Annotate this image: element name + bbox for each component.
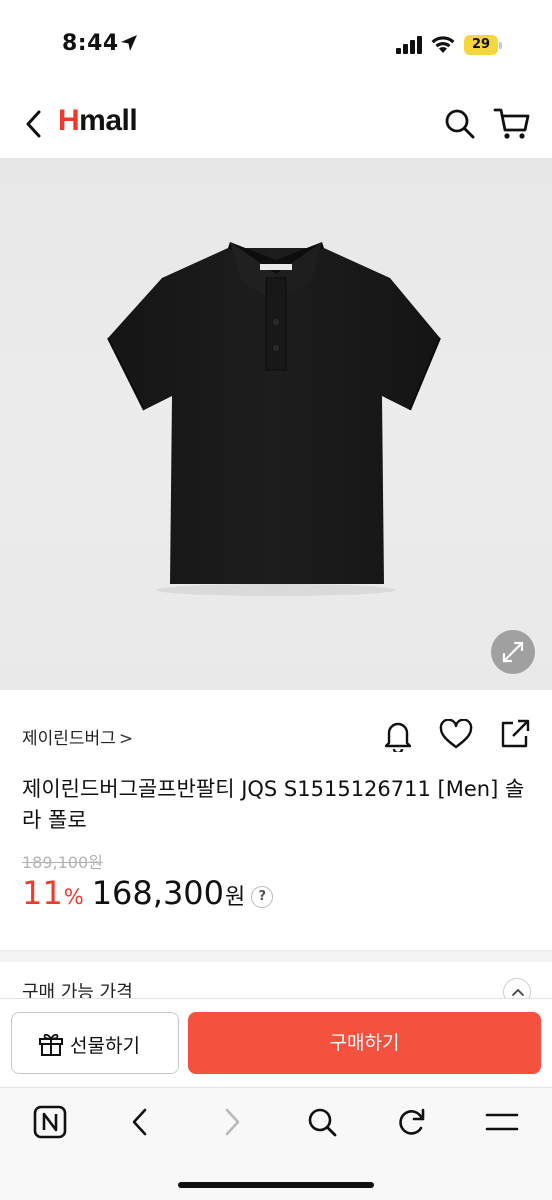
section-divider <box>0 950 552 962</box>
gift-button[interactable]: 선물하기 <box>11 1012 179 1074</box>
hmall-logo[interactable]: Hmall <box>58 104 138 138</box>
forward-icon[interactable] <box>212 1102 252 1142</box>
signal-icon <box>396 36 422 54</box>
brand-name: 제이린드버그 <box>22 729 116 749</box>
available-price-section[interactable]: 구매 가능 가격 <box>0 962 552 998</box>
price-row: 11% 168,300원? <box>22 874 274 914</box>
heart-icon[interactable] <box>439 719 473 751</box>
refresh-icon[interactable] <box>392 1102 432 1142</box>
buy-button[interactable]: 구매하기 <box>188 1012 541 1074</box>
sale-price: 168,300 <box>91 874 225 912</box>
back-icon[interactable] <box>120 1102 160 1142</box>
logo-h: H <box>58 104 80 137</box>
home-indicator[interactable] <box>178 1182 374 1188</box>
discount-unit: % <box>63 885 84 909</box>
status-bar: 8:44 29 <box>0 0 552 90</box>
price-help-icon[interactable]: ? <box>251 886 274 908</box>
wifi-icon <box>431 36 455 53</box>
status-time: 8:44 <box>62 31 119 56</box>
app-header: Hmall <box>0 90 552 158</box>
chevron-up-icon[interactable] <box>503 978 531 998</box>
brand-row: 제이린드버그 > <box>0 716 552 760</box>
battery-icon: 29 <box>464 35 502 55</box>
currency-unit: 원 <box>225 885 246 910</box>
battery-level: 29 <box>471 37 491 52</box>
search-icon[interactable] <box>442 106 478 142</box>
chevron-right-icon: > <box>118 729 134 749</box>
polo-shirt-image <box>107 242 441 596</box>
search-icon[interactable] <box>302 1102 342 1142</box>
gift-button-label: 선물하기 <box>70 1035 140 1057</box>
available-price-label: 구매 가능 가격 <box>22 982 133 998</box>
expand-icon <box>502 641 524 663</box>
naver-home-icon[interactable] <box>30 1102 70 1142</box>
bell-icon[interactable] <box>382 718 414 752</box>
product-title: 제이린드버그골프반팔티 JQS S1515126711 [Men] 솔라 폴로 <box>22 777 525 832</box>
discount-value: 11 <box>22 874 63 912</box>
back-arrow-icon[interactable] <box>20 106 48 142</box>
gift-icon <box>39 1033 63 1056</box>
brand-link[interactable]: 제이린드버그 > <box>22 724 133 749</box>
menu-icon[interactable] <box>482 1102 522 1142</box>
expand-image-button[interactable] <box>491 630 535 674</box>
product-image[interactable] <box>0 158 552 690</box>
purchase-bar: 선물하기 구매하기 <box>0 998 552 1086</box>
logo-text: mall <box>79 104 138 137</box>
location-arrow-icon <box>121 35 137 51</box>
discount-rate: 11% <box>22 874 84 912</box>
original-price: 189,100원 <box>22 853 103 872</box>
share-icon[interactable] <box>499 718 531 750</box>
cart-icon[interactable] <box>492 104 532 142</box>
